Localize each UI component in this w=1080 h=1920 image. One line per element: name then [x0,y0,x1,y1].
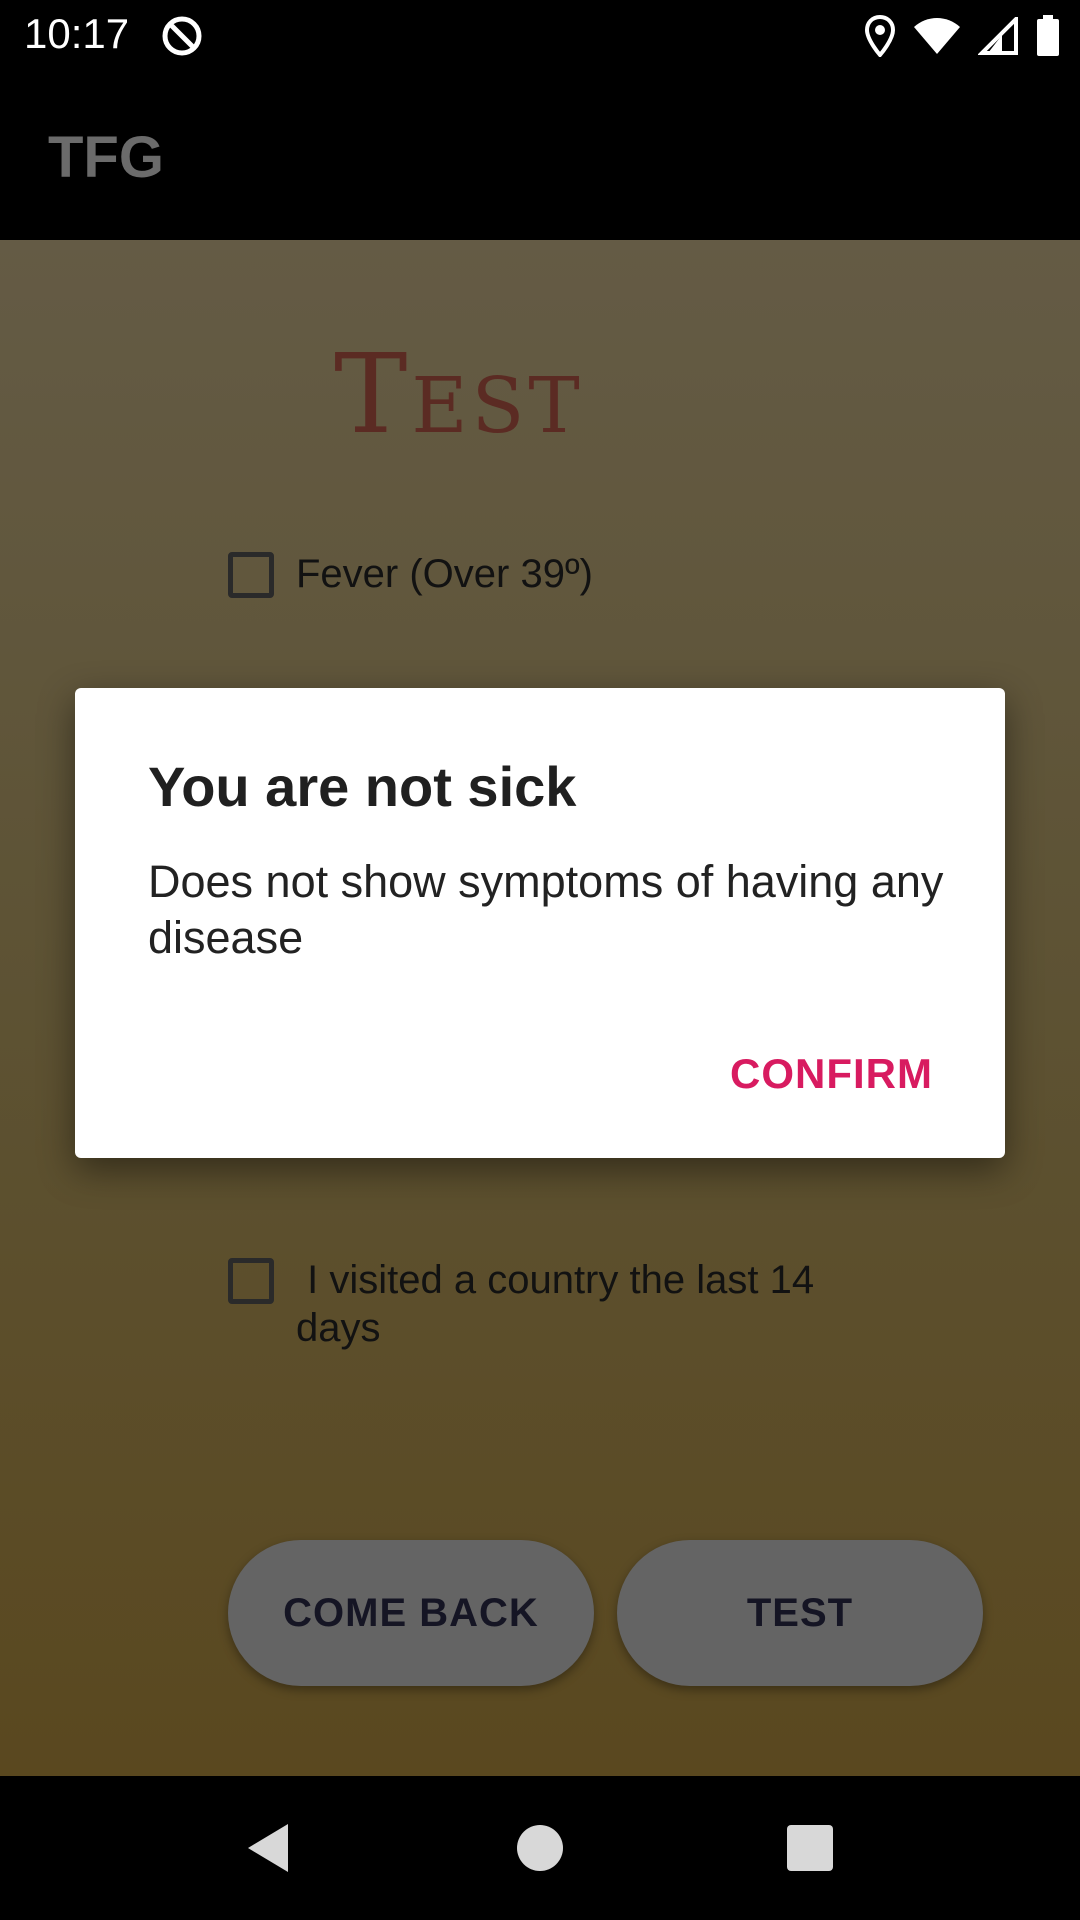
checkbox-label: Fever (Over 39º) [296,552,593,596]
app-title: TFG [48,125,164,190]
checkbox-visited-country[interactable]: I visited a country the last 14 days [228,1256,868,1352]
status-icons [864,12,1060,60]
battery-icon [1037,15,1059,56]
checkbox-label: I visited a country the last 14 days [296,1258,826,1350]
status-bar: 10:17 [0,0,1080,72]
come-back-button[interactable]: COME BACK [228,1540,594,1686]
dialog-message: Does not show symptoms of having any dis… [148,856,944,963]
checkbox-fever[interactable]: Fever (Over 39º) [228,550,593,598]
navigation-bar [0,1776,1080,1920]
app-bar: TFG [0,72,1080,240]
result-dialog: You are not sick Does not show symptoms … [75,688,1005,1158]
dialog-title: You are not sick [148,755,577,818]
signal-icon [978,17,1018,55]
do-not-disturb-icon [162,16,202,56]
recents-icon[interactable] [782,1820,838,1876]
checkbox-box[interactable] [228,1258,274,1304]
home-icon[interactable] [512,1820,568,1876]
page-title: Test [334,330,584,458]
status-time: 10:17 [24,10,130,57]
wifi-icon [914,18,960,54]
back-icon[interactable] [240,1820,296,1876]
test-button[interactable]: TEST [617,1540,983,1686]
checkbox-box[interactable] [228,552,274,598]
location-icon [864,15,896,57]
confirm-button[interactable]: CONFIRM [730,1050,933,1098]
